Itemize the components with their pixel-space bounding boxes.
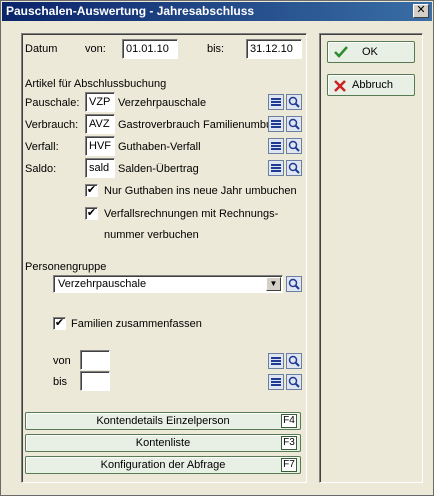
checkmark-icon [334, 46, 348, 58]
person-group-select[interactable]: Verzehrpauschale ▼ [53, 275, 283, 293]
article-code-verfall[interactable]: HVF [85, 136, 115, 156]
account-list-button[interactable]: Kontenliste F3 [25, 434, 301, 452]
date-to-label: bis: [207, 43, 225, 55]
range-from-label: von [53, 355, 71, 367]
date-from-input[interactable]: 01.01.10 [122, 39, 178, 59]
expiry-invoices-label-1: Verfallsrechnungen mit Rechnungs- [104, 208, 279, 220]
query-config-label: Konfiguration der Abfrage [100, 459, 226, 471]
article-label-verfall: Verfall: [25, 141, 59, 153]
f7-key-badge: F7 [281, 458, 297, 472]
articles-group-label: Artikel für Abschlussbuchung [25, 78, 167, 90]
account-details-button[interactable]: Kontendetails Einzelperson F4 [25, 412, 301, 430]
search-icon[interactable] [286, 94, 302, 110]
list-icon[interactable] [268, 160, 284, 176]
f4-key-badge: F4 [281, 414, 297, 428]
expiry-invoices-checkbox[interactable]: ✔ [85, 207, 98, 220]
article-label-pauschale: Pauschale: [25, 97, 80, 109]
search-icon[interactable] [286, 276, 302, 292]
article-code-verbrauch[interactable]: AVZ [85, 114, 115, 134]
close-icon[interactable]: ✕ [413, 4, 429, 18]
only-credit-label: Nur Guthaben ins neue Jahr umbuchen [104, 185, 297, 197]
date-from-label: von: [85, 43, 106, 55]
search-icon[interactable] [286, 138, 302, 154]
list-icon[interactable] [268, 116, 284, 132]
article-label-verbrauch: Verbrauch: [25, 119, 79, 131]
date-label: Datum [25, 43, 58, 55]
article-code-pauschale[interactable]: VZP [85, 92, 115, 112]
list-icon[interactable] [268, 374, 284, 390]
title-bar: Pauschalen-Auswertung - Jahresabschluss … [2, 2, 432, 21]
query-config-button[interactable]: Konfiguration der Abfrage F7 [25, 456, 301, 474]
families-label: Familien zusammenfassen [71, 318, 202, 330]
f3-key-badge: F3 [281, 436, 297, 450]
search-icon[interactable] [286, 116, 302, 132]
article-desc-saldo: Salden-Übertrag [118, 163, 199, 175]
range-to-label: bis [53, 376, 68, 388]
list-icon[interactable] [268, 94, 284, 110]
account-details-label: Kontendetails Einzelperson [96, 415, 230, 427]
list-icon[interactable] [268, 138, 284, 154]
search-icon[interactable] [286, 353, 302, 369]
ok-button[interactable]: OK [327, 41, 415, 63]
only-credit-checkbox[interactable]: ✔ [85, 184, 98, 197]
range-to-input[interactable] [80, 371, 110, 391]
account-list-label: Kontenliste [135, 437, 191, 449]
dialog-window: Pauschalen-Auswertung - Jahresabschluss … [0, 0, 434, 496]
article-label-saldo: Saldo: [25, 163, 57, 175]
cancel-label: Abbruch [352, 79, 393, 91]
article-desc-pauschale: Verzehrpauschale [118, 97, 207, 109]
side-panel [319, 33, 423, 483]
article-code-saldo[interactable]: sald [85, 158, 115, 178]
person-group-selected: Verzehrpauschale [58, 278, 147, 290]
cancel-button[interactable]: Abbruch [327, 74, 415, 96]
ok-label: OK [362, 46, 378, 58]
search-icon[interactable] [286, 374, 302, 390]
date-to-input[interactable]: 31.12.10 [246, 39, 302, 59]
list-icon[interactable] [268, 353, 284, 369]
expiry-invoices-label-2: nummer verbuchen [104, 229, 199, 241]
article-desc-verfall: Guthaben-Verfall [118, 141, 201, 153]
person-group-label: Personengruppe [25, 261, 107, 273]
chevron-down-icon[interactable]: ▼ [266, 277, 281, 291]
families-checkbox[interactable]: ✔ [53, 317, 66, 330]
window-title: Pauschalen-Auswertung - Jahresabschluss [6, 4, 255, 18]
cancel-x-icon [334, 80, 346, 92]
range-from-input[interactable] [80, 350, 110, 370]
article-desc-verbrauch: Gastroverbrauch Familienumbu [118, 119, 268, 131]
search-icon[interactable] [286, 160, 302, 176]
